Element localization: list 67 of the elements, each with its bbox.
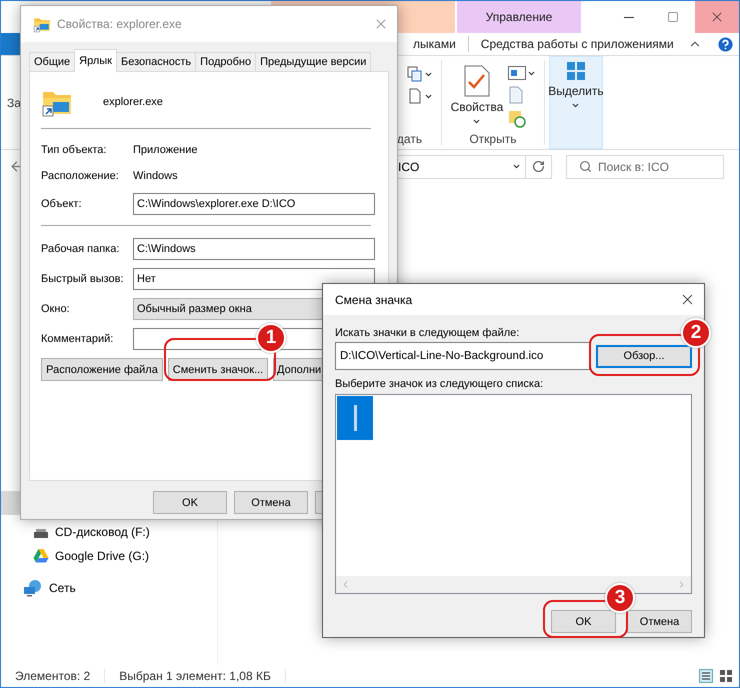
context-tab-header: Управление	[457, 1, 581, 33]
maximize-icon	[667, 11, 679, 23]
network-globe-icon	[23, 579, 43, 597]
field-label: Быстрый вызов:	[41, 273, 125, 285]
status-text: Элементов: 2	[15, 669, 106, 683]
browse-button[interactable]: Обзор...	[596, 344, 692, 368]
grid-icon	[566, 61, 586, 81]
search-field[interactable]: Поиск в: ICO	[566, 154, 724, 178]
search-icon	[579, 160, 592, 173]
ribbon-tab[interactable]: лыками	[401, 37, 468, 51]
input-field[interactable]: C:\Windows\explorer.exe D:\ICO	[133, 193, 375, 215]
dialog-button[interactable]: Сменить значок...	[168, 358, 268, 381]
vertical-line-icon	[354, 405, 356, 431]
file-name: explorer.exe	[103, 96, 163, 108]
copy-path-button[interactable]	[406, 66, 433, 82]
field-value: Приложение	[133, 144, 198, 156]
field-label: Рабочая папка:	[41, 243, 120, 255]
ribbon-label: За	[7, 96, 21, 112]
field-label: Расположение:	[41, 170, 120, 182]
refresh-button[interactable]	[525, 154, 552, 178]
caret-icon	[472, 117, 482, 126]
nav-item[interactable]: Google Drive (G:)	[1, 544, 217, 568]
refresh-icon	[532, 160, 545, 173]
nav-item[interactable]: Сеть	[1, 576, 217, 600]
field-label: Искать значки в следующем файле:	[335, 327, 520, 339]
triangle-logo-icon	[33, 548, 49, 564]
status-text: Выбран 1 элемент: 1,08 КБ	[119, 669, 286, 683]
document-icon	[406, 88, 423, 104]
open-button[interactable]	[508, 66, 536, 80]
dropdown-caret-icon	[512, 162, 521, 171]
tiles-view-icon[interactable]	[719, 669, 733, 683]
input-field[interactable]: D:\ICO\Vertical-Line-No-Background.ico	[335, 342, 590, 370]
dialog-button[interactable]: Отмена	[234, 491, 308, 514]
paste-shortcut-button[interactable]	[406, 88, 433, 104]
tab[interactable]: Общие	[29, 52, 76, 72]
field-value: Windows	[133, 170, 178, 182]
input-field[interactable]: C:\Windows	[133, 238, 375, 260]
select-button[interactable]: Выделить	[548, 56, 603, 149]
tab[interactable]: Ярлык	[74, 49, 117, 72]
details-view-icon[interactable]	[699, 669, 713, 683]
group-label: дать	[396, 132, 422, 146]
ribbon-tab[interactable]: Средства работы с приложениями	[468, 37, 686, 51]
input-field[interactable]: Нет	[133, 268, 375, 290]
checked-document-icon	[464, 65, 490, 97]
icon-list-item[interactable]	[337, 396, 373, 440]
nav-item[interactable]: CD-дисковод (F:)	[1, 520, 217, 544]
properties-button[interactable]: Свойства	[450, 60, 504, 132]
dialog-button[interactable]: Расположение файла	[41, 358, 163, 381]
minimize-icon	[624, 16, 634, 18]
history-icon[interactable]	[508, 110, 526, 128]
edit-document-icon[interactable]	[508, 86, 524, 104]
field-label: Окно:	[41, 303, 71, 315]
dialog-button[interactable]: OK	[551, 610, 616, 633]
dialog-button[interactable]: OK	[153, 491, 227, 514]
window-icon	[508, 66, 526, 80]
field-label: Комментарий:	[41, 333, 114, 345]
dialog-button[interactable]: Отмена	[627, 610, 692, 633]
field-label: Тип объекта:	[41, 144, 108, 156]
help-icon[interactable]	[716, 34, 735, 54]
dialog-title: Свойства: explorer.exe	[57, 17, 183, 31]
tab[interactable]: Предыдущие версии	[255, 52, 372, 72]
file-tab[interactable]	[1, 33, 21, 55]
field-label: Выберите значок из следующего списка:	[335, 378, 544, 390]
pages-icon	[406, 66, 423, 82]
caret-icon	[571, 101, 580, 110]
field-label: Объект:	[41, 198, 83, 210]
group-label: Открыть	[469, 132, 516, 146]
